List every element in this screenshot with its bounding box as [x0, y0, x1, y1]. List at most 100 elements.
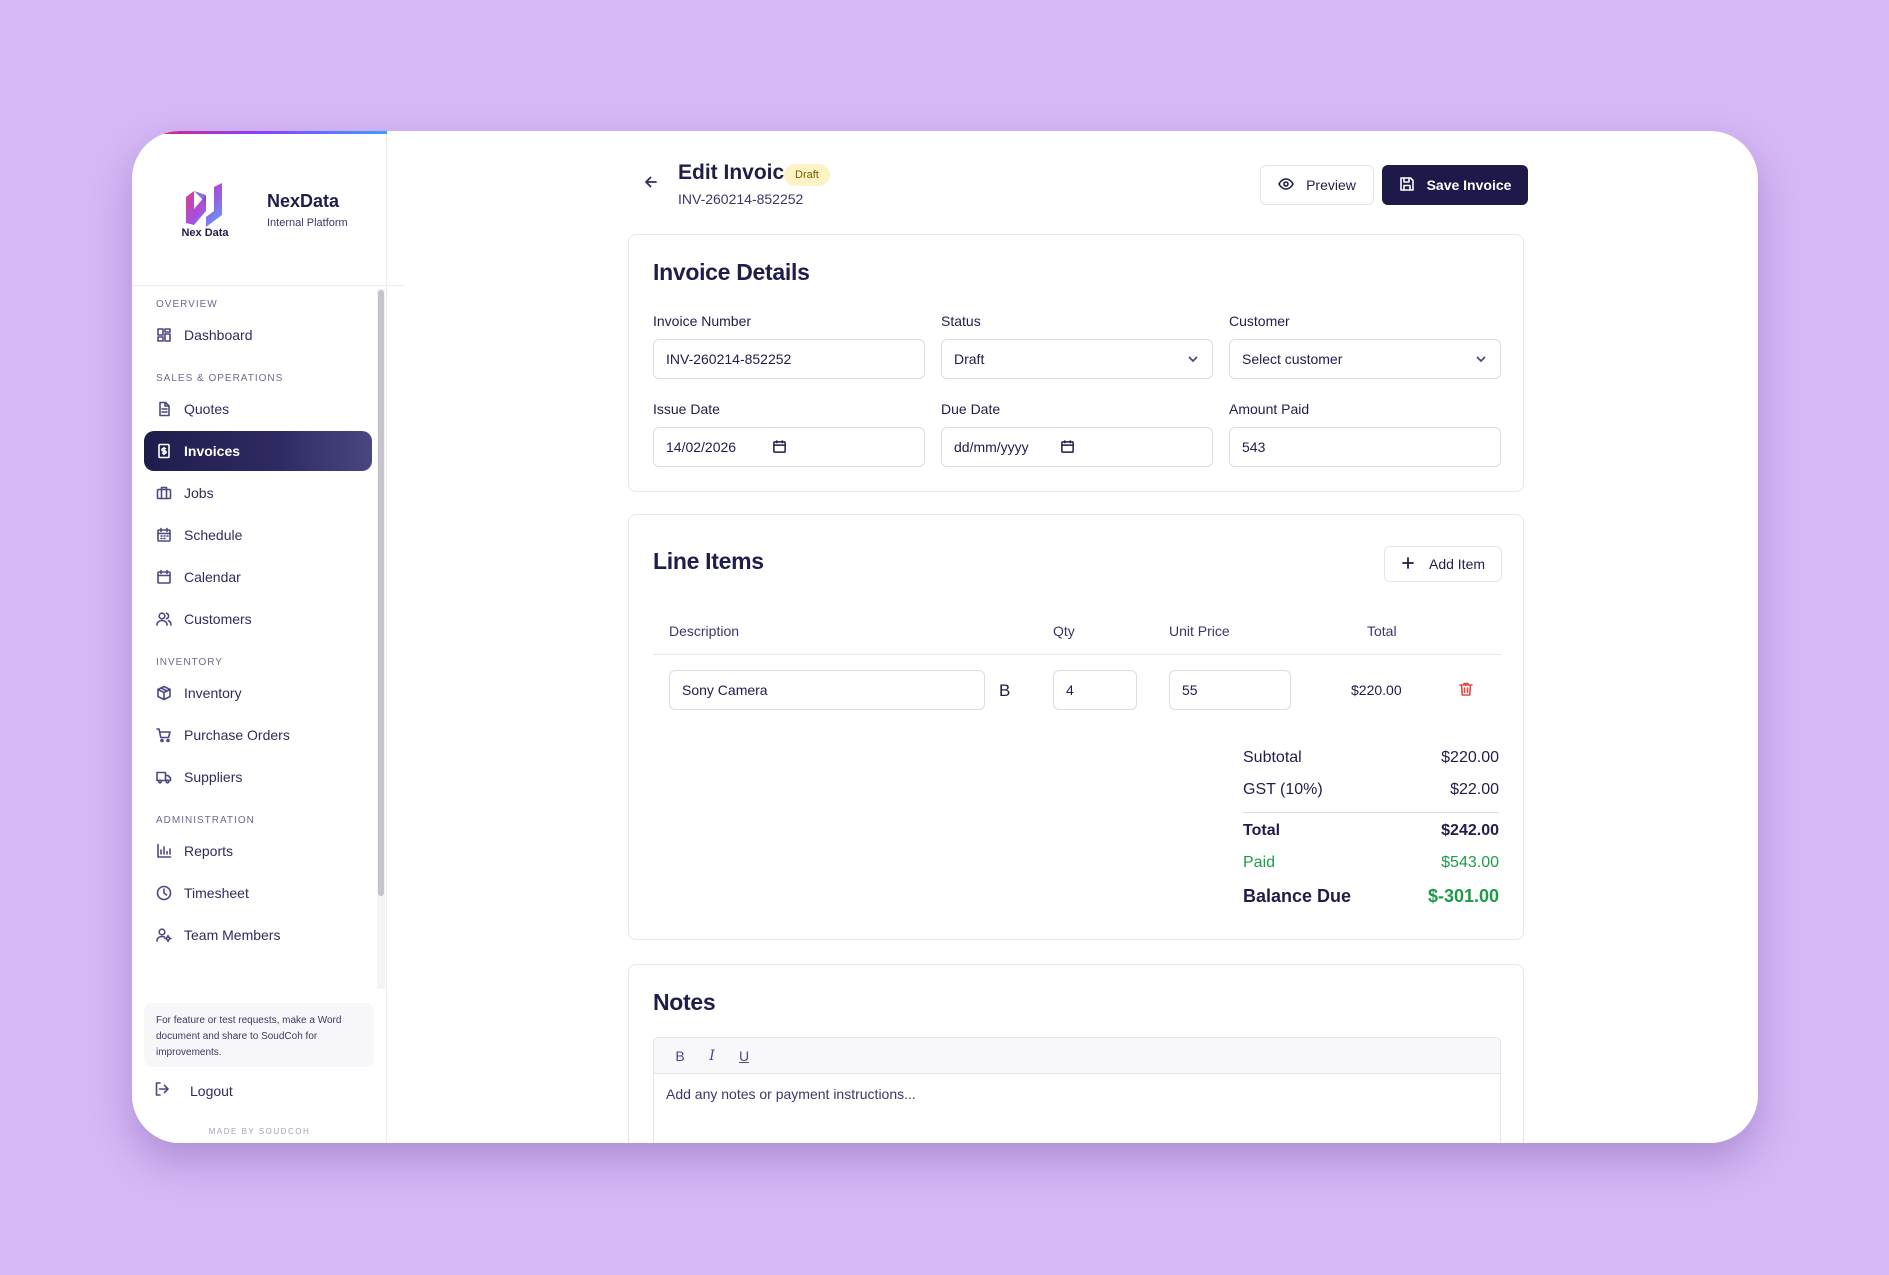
invoice-number-value: INV-260214-852252	[666, 351, 792, 367]
subtotal-label: Subtotal	[1243, 749, 1302, 766]
customer-select[interactable]: Select customer	[1229, 339, 1501, 379]
invoice-icon	[156, 443, 172, 459]
sidebar-scrollbar-thumb[interactable]	[378, 290, 384, 896]
back-button[interactable]	[638, 171, 664, 197]
sidebar-item-label: Dashboard	[184, 327, 253, 343]
page-header: Edit Invoice Draft INV-260214-852252 Pre…	[638, 161, 1528, 211]
chevron-down-icon	[1474, 352, 1488, 366]
box-icon	[156, 685, 172, 701]
due-date-input[interactable]: dd/mm/yyyy	[941, 427, 1213, 467]
sidebar-item-dashboard[interactable]: Dashboard	[144, 315, 372, 355]
amount-paid-input[interactable]: 543	[1229, 427, 1501, 467]
sidebar-item-calendar[interactable]: Calendar	[144, 557, 372, 597]
underline-button[interactable]: U	[728, 1048, 760, 1064]
sidebar-item-customers[interactable]: Customers	[144, 599, 372, 639]
balance-value: $-301.00	[1427, 885, 1499, 906]
calendar-picker-icon[interactable]	[772, 439, 788, 455]
sidebar-item-label: Inventory	[184, 685, 242, 701]
sidebar-item-label: Schedule	[184, 527, 243, 543]
add-item-label: Add Item	[1428, 556, 1486, 572]
issue-date-value: 14/02/2026	[666, 439, 737, 455]
plus-icon	[1401, 556, 1429, 573]
sidebar-item-team-members[interactable]: Team Members	[144, 915, 372, 955]
brand[interactable]: Nex Data NexData Internal Platform	[172, 181, 372, 241]
notes-placeholder[interactable]: Add any notes or payment instructions...	[654, 1074, 1500, 1114]
calendar-icon	[156, 527, 172, 543]
issue-date-input[interactable]: 14/02/2026	[653, 427, 925, 467]
sidebar-item-label: Customers	[184, 611, 252, 627]
sidebar-item-invoices[interactable]: Invoices	[144, 431, 372, 471]
column-header-unit-price: Unit Price	[1169, 623, 1230, 639]
preview-button[interactable]: Preview	[1260, 165, 1374, 205]
save-invoice-button[interactable]: Save Invoice	[1382, 165, 1528, 205]
made-by-footer: MADE BY SOUDCOH	[208, 1127, 311, 1136]
add-item-button[interactable]: Add Item	[1384, 546, 1502, 582]
sidebar-item-timesheet[interactable]: Timesheet	[144, 873, 372, 913]
truck-icon	[156, 769, 172, 785]
sidebar-item-reports[interactable]: Reports	[144, 831, 372, 871]
page-title: Edit Invoice	[678, 161, 796, 184]
due-date-value: dd/mm/yyyy	[954, 439, 1029, 455]
sidebar-item-purchase-orders[interactable]: Purchase Orders	[144, 715, 372, 755]
status-label: Status	[941, 313, 981, 329]
document-icon	[156, 401, 172, 417]
chevron-down-icon	[1186, 352, 1200, 366]
description-value: Sony Camera	[682, 682, 768, 698]
summary-divider	[1243, 812, 1499, 813]
sidebar-item-inventory[interactable]: Inventory	[144, 673, 372, 713]
nav-section-administration: ADMINISTRATION	[156, 815, 255, 826]
trash-icon	[1458, 682, 1474, 701]
gst-label: GST (10%)	[1243, 781, 1323, 798]
bar-chart-icon	[156, 843, 172, 859]
line-items-title: Line Items	[653, 548, 764, 574]
status-select[interactable]: Draft	[941, 339, 1213, 379]
unit-price-input[interactable]: 55	[1169, 670, 1291, 710]
line-items-card: Line Items Add Item Description Qty Unit…	[628, 514, 1524, 940]
help-note: For feature or test requests, make a Wor…	[144, 1003, 374, 1067]
sidebar-item-label: Invoices	[184, 443, 241, 459]
table-header-divider	[653, 654, 1501, 655]
nav-section-overview: OVERVIEW	[156, 299, 218, 310]
sidebar-item-schedule[interactable]: Schedule	[144, 515, 372, 555]
calendar-picker-icon[interactable]	[1060, 439, 1076, 455]
brand-name: NexData	[267, 191, 340, 211]
balance-due-row: Balance Due $-301.00	[1243, 884, 1499, 908]
bold-button[interactable]: B	[664, 1048, 696, 1064]
status-badge: Draft	[784, 164, 830, 186]
logout-icon	[154, 1081, 190, 1100]
sidebar-item-suppliers[interactable]: Suppliers	[144, 757, 372, 797]
bold-format-button[interactable]: B	[999, 681, 1010, 701]
brand-subtitle: Internal Platform	[267, 217, 348, 229]
customer-value: Select customer	[1242, 351, 1343, 367]
logout-button[interactable]: Logout	[154, 1081, 233, 1100]
users-icon	[156, 611, 172, 627]
main-content: Edit Invoice Draft INV-260214-852252 Pre…	[388, 131, 1758, 1143]
sidebar-item-quotes[interactable]: Quotes	[144, 389, 372, 429]
paid-label: Paid	[1243, 854, 1276, 871]
sidebar-item-label: Quotes	[184, 401, 230, 417]
clock-icon	[156, 885, 172, 901]
total-value: $242.00	[1441, 822, 1499, 839]
invoice-number-input[interactable]: INV-260214-852252	[653, 339, 925, 379]
notes-toolbar: B I U	[654, 1038, 1500, 1074]
total-row: Total $242.00	[1243, 819, 1499, 843]
status-value: Draft	[954, 351, 985, 367]
sidebar-item-jobs[interactable]: Jobs	[144, 473, 372, 513]
notes-card: Notes B I U Add any notes or payment ins…	[628, 964, 1524, 1143]
column-header-total: Total	[1367, 623, 1397, 639]
column-header-description: Description	[669, 623, 740, 639]
save-label: Save Invoice	[1426, 177, 1512, 193]
qty-input[interactable]: 4	[1053, 670, 1137, 710]
sidebar-divider	[132, 285, 404, 286]
sidebar: Nex Data NexData Internal Platform OVERV…	[132, 131, 404, 1143]
italic-button[interactable]: I	[696, 1048, 728, 1064]
notes-editor[interactable]: B I U Add any notes or payment instructi…	[653, 1037, 1501, 1143]
cart-icon	[156, 727, 172, 743]
sidebar-item-label: Team Members	[184, 927, 281, 943]
delete-row-button[interactable]	[1458, 681, 1476, 699]
subtotal-value: $220.00	[1441, 749, 1499, 766]
invoice-details-card: Invoice Details Invoice Number INV-26021…	[628, 234, 1524, 492]
invoice-number-subtitle: INV-260214-852252	[678, 191, 804, 207]
description-input[interactable]: Sony Camera	[669, 670, 985, 710]
sidebar-item-label: Jobs	[184, 485, 214, 501]
